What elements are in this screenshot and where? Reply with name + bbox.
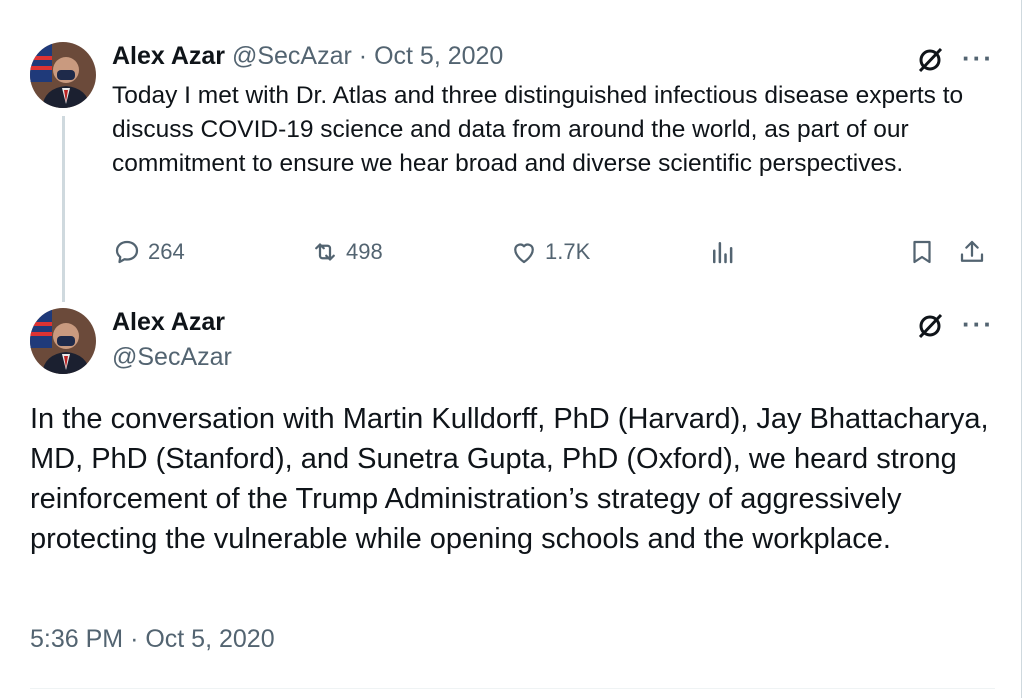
tweet2-timestamp[interactable]: 5:36 PM · Oct 5, 2020 xyxy=(30,625,275,654)
author-name[interactable]: Alex Azar xyxy=(112,42,225,70)
share-icon xyxy=(960,240,984,262)
bookmark-icon xyxy=(913,240,931,264)
separator: · xyxy=(130,625,139,653)
like-icon xyxy=(514,243,534,264)
like-count: 1.7K xyxy=(545,239,591,264)
author-handle[interactable]: @SecAzar xyxy=(112,343,232,372)
reply-button[interactable]: 264 xyxy=(112,234,185,270)
views-button[interactable] xyxy=(708,234,738,270)
tweet1-header: Alex Azar @SecAzar · Oct 5, 2020 xyxy=(112,42,503,71)
tweet-time: 5:36 PM xyxy=(30,625,124,653)
reply-icon xyxy=(115,240,139,264)
thread-connector-line xyxy=(62,116,65,302)
like-button[interactable]: 1.7K xyxy=(509,234,590,270)
tweet-date[interactable]: Oct 5, 2020 xyxy=(374,42,503,70)
tweet-date: Oct 5, 2020 xyxy=(145,625,275,653)
tweet-thread: Alex Azar @SecAzar · Oct 5, 2020 ··· Tod… xyxy=(0,0,1022,698)
tweet1-text: Today I met with Dr. Atlas and three dis… xyxy=(112,82,964,177)
share-button[interactable] xyxy=(957,234,987,270)
separator: · xyxy=(358,42,368,70)
retweet-button[interactable]: 498 xyxy=(310,234,383,270)
retweet-icon xyxy=(315,243,335,261)
avatar[interactable] xyxy=(30,42,96,108)
bookmark-button[interactable] xyxy=(907,234,937,270)
tweet2-text: In the conversation with Martin Kulldorf… xyxy=(30,403,989,555)
author-handle[interactable]: @SecAzar xyxy=(232,42,352,70)
more-icon[interactable]: ··· xyxy=(962,311,994,337)
avatar[interactable] xyxy=(30,308,96,374)
retweet-count: 498 xyxy=(346,239,383,264)
more-icon[interactable]: ··· xyxy=(962,45,994,71)
views-icon xyxy=(713,242,733,264)
grok-slash-icon[interactable] xyxy=(912,308,948,344)
tweet1-actions: 264 498 1.7K xyxy=(112,234,992,270)
reply-count: 264 xyxy=(148,239,185,264)
divider xyxy=(30,688,995,689)
grok-slash-icon[interactable] xyxy=(912,42,948,78)
author-name[interactable]: Alex Azar xyxy=(112,308,225,337)
